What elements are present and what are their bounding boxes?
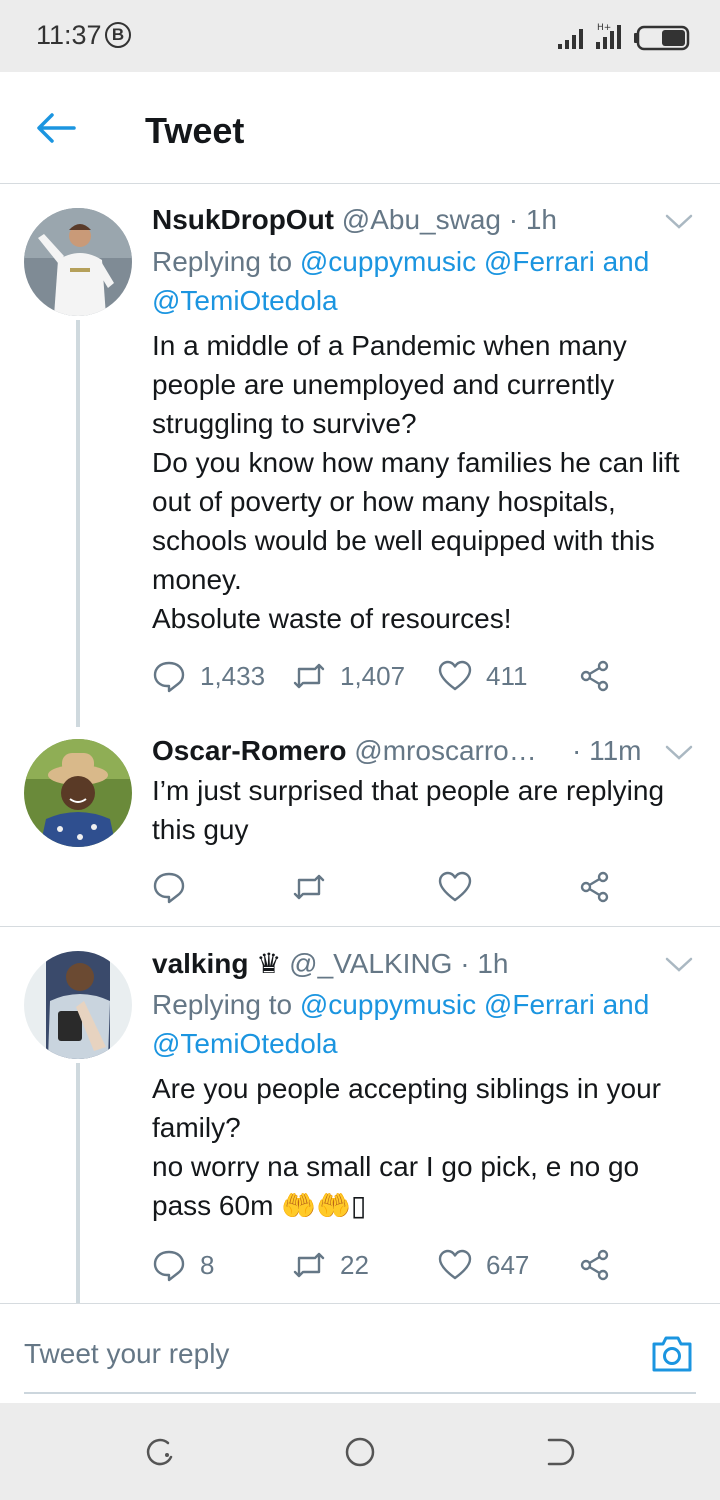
user-name[interactable]: NsukDropOut	[152, 204, 334, 235]
retweet-button[interactable]	[292, 867, 340, 907]
camera-icon[interactable]	[650, 1332, 694, 1374]
home-icon[interactable]	[343, 1435, 377, 1469]
reply-icon	[153, 872, 185, 904]
mention-cuppymusic[interactable]: @cuppymusic	[300, 246, 476, 277]
like-count: 411	[486, 660, 528, 691]
tweet-text: Are you people accepting siblings in you…	[152, 1073, 661, 1221]
reply-count: 1,433	[200, 660, 266, 691]
retweet-button[interactable]: 22	[292, 1245, 369, 1285]
user-handle: @_VALKING	[289, 948, 453, 979]
heart-icon	[438, 871, 472, 902]
tweet-actions: 1,433 1,407 411	[152, 656, 622, 696]
tweet-valking[interactable]: valking ♛ @_VALKING · 1h Replying to @cu…	[0, 927, 720, 1303]
tweet-header: valking ♛ @_VALKING · 1h	[152, 947, 508, 980]
retweet-count: 22	[340, 1249, 369, 1280]
chevron-down-icon[interactable]	[664, 212, 694, 232]
tweet-actions	[152, 867, 622, 907]
svg-text:H+: H+	[597, 23, 611, 33]
like-button[interactable]	[438, 867, 486, 907]
heart-icon	[438, 1249, 472, 1280]
retweet-icon	[293, 1252, 325, 1278]
reply-icon	[153, 661, 185, 693]
share-button[interactable]	[578, 867, 626, 907]
like-button[interactable]: 647	[438, 1245, 529, 1285]
user-handle: @Abu_swag	[341, 204, 501, 235]
reply-input-underline	[24, 1392, 696, 1394]
thread-line	[76, 1063, 80, 1303]
notification-b-icon: B	[105, 22, 131, 48]
user-name[interactable]: valking	[152, 948, 248, 979]
chevron-down-icon[interactable]	[664, 743, 694, 763]
tweet-header: Oscar-Romero @mroscarro…	[152, 735, 537, 767]
mention-temiotedola[interactable]: @TemiOtedola	[152, 1028, 338, 1059]
reply-composer: Tweet your reply	[0, 1303, 720, 1403]
signal-battery-icon: H+	[558, 23, 690, 51]
avatar[interactable]	[24, 739, 132, 847]
status-bar: 11:37 B H+	[0, 0, 720, 72]
replying-to: Replying to @cuppymusic @Ferrari and @Te…	[152, 989, 650, 1059]
recent-apps-icon[interactable]	[143, 1435, 177, 1469]
tweet-actions: 8 22 647	[152, 1245, 622, 1285]
heart-icon	[438, 660, 472, 691]
tweet-time: · 11m	[572, 735, 642, 766]
share-button[interactable]	[578, 656, 626, 696]
system-nav-bar	[0, 1403, 720, 1500]
mention-ferrari[interactable]: @Ferrari	[484, 246, 595, 277]
mention-ferrari[interactable]: @Ferrari	[484, 989, 595, 1020]
tweet-oscar-romero[interactable]: Oscar-Romero @mroscarro… · 11m I’m just …	[0, 727, 720, 926]
tweet-time: · 1h	[460, 948, 509, 979]
tweet-nsukdropout[interactable]: NsukDropOut @Abu_swag · 1h Replying to @…	[0, 184, 720, 727]
crown-icon: ♛	[256, 948, 282, 979]
user-name[interactable]: Oscar-Romero	[152, 735, 347, 766]
retweet-icon	[293, 663, 325, 689]
mention-cuppymusic[interactable]: @cuppymusic	[300, 989, 476, 1020]
thread-line	[76, 320, 80, 727]
back-icon[interactable]	[543, 1435, 577, 1469]
reply-icon	[153, 1250, 185, 1282]
user-handle: @mroscarro…	[354, 735, 537, 766]
share-icon	[580, 1249, 609, 1281]
reply-input[interactable]: Tweet your reply	[24, 1338, 229, 1370]
back-arrow-icon[interactable]	[34, 110, 78, 146]
tweet-text: I’m just surprised that people are reply…	[152, 775, 665, 845]
retweet-button[interactable]: 1,407	[292, 656, 405, 696]
like-count: 647	[486, 1249, 530, 1280]
missing-glyph: ▯	[350, 1190, 367, 1221]
tweet-header: NsukDropOut @Abu_swag · 1h	[152, 204, 557, 236]
replying-to: Replying to @cuppymusic @Ferrari and @Te…	[152, 246, 650, 316]
like-button[interactable]: 411	[438, 656, 527, 696]
reply-button[interactable]: 8	[152, 1245, 214, 1285]
reply-count: 8	[200, 1249, 215, 1280]
avatar[interactable]	[24, 951, 132, 1059]
chevron-down-icon[interactable]	[664, 955, 694, 975]
tweet-text: In a middle of a Pandemic when many peop…	[152, 330, 680, 634]
retweet-icon	[293, 874, 325, 900]
share-icon	[580, 871, 609, 903]
mention-temiotedola[interactable]: @TemiOtedola	[152, 285, 338, 316]
retweet-count: 1,407	[340, 660, 406, 691]
status-time: 11:37	[36, 20, 102, 50]
share-button[interactable]	[578, 1245, 626, 1285]
app-header: Tweet	[0, 72, 720, 184]
avatar[interactable]	[24, 208, 132, 316]
reply-button[interactable]: 1,433	[152, 656, 265, 696]
reply-button[interactable]	[152, 867, 200, 907]
tweet-time: · 1h	[508, 204, 557, 235]
share-icon	[580, 660, 609, 692]
page-title: Tweet	[145, 110, 245, 151]
